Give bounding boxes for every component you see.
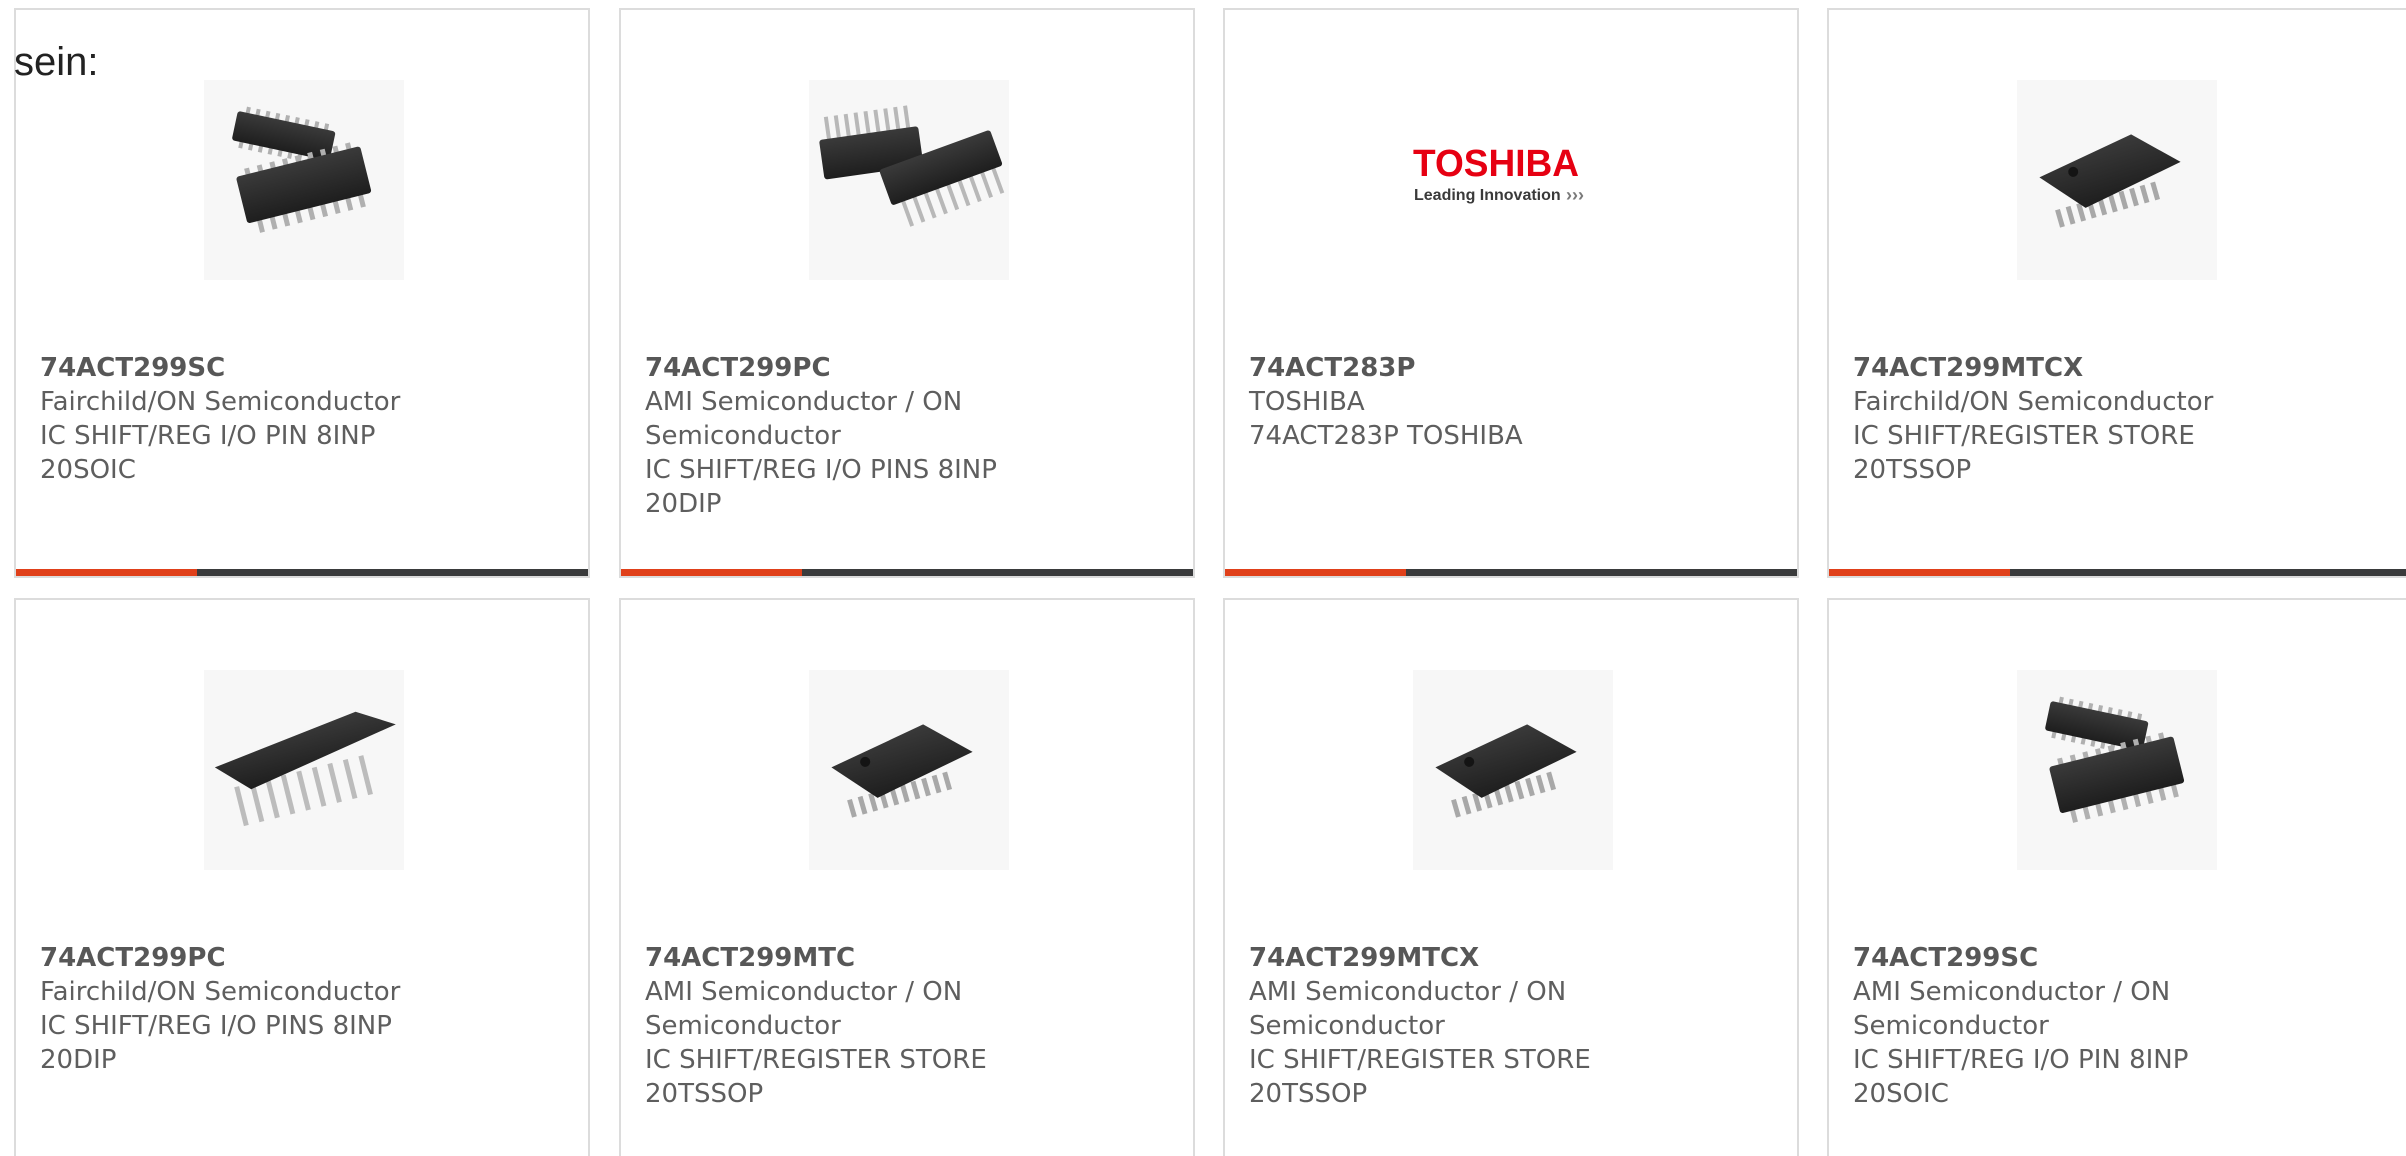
dip-pair-chip-image	[809, 80, 1009, 280]
part-number[interactable]: 74ACT299SC	[40, 351, 460, 385]
part-description: IC SHIFT/REG I/O PIN 8INP 20SOIC	[40, 421, 376, 485]
card-accent-bar	[621, 569, 802, 576]
manufacturer-name: AMI Semiconductor / ON Semiconductor	[645, 977, 963, 1041]
product-card[interactable]: 74ACT299MTC AMI Semiconductor / ON Semic…	[619, 598, 1195, 1156]
part-description: IC SHIFT/REG I/O PINS 8INP 20DIP	[645, 455, 997, 519]
part-number[interactable]: 74ACT299PC	[645, 351, 1065, 385]
product-card[interactable]: 74ACT299PC AMI Semiconductor / ON Semico…	[619, 8, 1195, 578]
toshiba-logo-tagline: Leading Innovation	[1414, 187, 1561, 204]
soic-pair-chip-image	[204, 80, 404, 280]
part-number[interactable]: 74ACT299MTCX	[1853, 351, 2273, 385]
manufacturer-name: AMI Semiconductor / ON Semiconductor	[1249, 977, 1567, 1041]
toshiba-logo-brand: TOSHIBA	[1413, 143, 1579, 185]
toshiba-logo-arrows: ›››	[1566, 185, 1584, 205]
part-number[interactable]: 74ACT299MTCX	[1249, 941, 1669, 975]
card-accent-bar	[1225, 569, 1406, 576]
manufacturer-name: Fairchild/ON Semiconductor	[1853, 387, 2214, 417]
product-card[interactable]: 74ACT299MTCX Fairchild/ON Semiconductor …	[1827, 8, 2406, 578]
part-description: IC SHIFT/REGISTER STORE 20TSSOP	[645, 1045, 987, 1109]
toshiba-logo: TOSHIBA Leading Innovation ›››	[1413, 143, 1584, 205]
part-description: IC SHIFT/REGISTER STORE 20TSSOP	[1853, 421, 2195, 485]
tssop-chip-image	[809, 670, 1009, 870]
part-description: IC SHIFT/REG I/O PIN 8INP 20SOIC	[1853, 1045, 2189, 1109]
part-number[interactable]: 74ACT299MTC	[645, 941, 1065, 975]
product-card[interactable]: 74ACT299MTCX AMI Semiconductor / ON Semi…	[1223, 598, 1799, 1156]
card-accent-bar	[1829, 569, 2010, 576]
card-bottom-bar	[1225, 569, 1797, 576]
product-card[interactable]: 74ACT299PC Fairchild/ON Semiconductor IC…	[14, 598, 590, 1156]
manufacturer-name: Fairchild/ON Semiconductor	[40, 387, 401, 417]
card-bottom-bar	[621, 569, 1193, 576]
part-number[interactable]: 74ACT299SC	[1853, 941, 2273, 975]
tssop-chip-image	[2017, 80, 2217, 280]
dip-chip-image	[204, 670, 404, 870]
manufacturer-name: TOSHIBA	[1249, 387, 1365, 417]
card-accent-bar	[16, 569, 197, 576]
product-card[interactable]: TOSHIBA Leading Innovation ››› 74ACT283P…	[1223, 8, 1799, 578]
tssop-chip-image	[1413, 670, 1613, 870]
card-bottom-bar	[1829, 569, 2406, 576]
manufacturer-name: Fairchild/ON Semiconductor	[40, 977, 401, 1007]
product-card[interactable]: 74ACT299SC AMI Semiconductor / ON Semico…	[1827, 598, 2406, 1156]
part-description: IC SHIFT/REGISTER STORE 20TSSOP	[1249, 1045, 1591, 1109]
part-number[interactable]: 74ACT299PC	[40, 941, 460, 975]
part-description: IC SHIFT/REG I/O PINS 8INP 20DIP	[40, 1011, 392, 1075]
card-bottom-bar	[16, 569, 588, 576]
part-number[interactable]: 74ACT283P	[1249, 351, 1669, 385]
intro-text: sein:	[14, 40, 99, 84]
manufacturer-name: AMI Semiconductor / ON Semiconductor	[645, 387, 963, 451]
soic-pair-chip-image	[2017, 670, 2217, 870]
manufacturer-name: AMI Semiconductor / ON Semiconductor	[1853, 977, 2171, 1041]
part-description: 74ACT283P TOSHIBA	[1249, 421, 1523, 451]
product-card[interactable]: 74ACT299SC Fairchild/ON Semiconductor IC…	[14, 8, 590, 578]
